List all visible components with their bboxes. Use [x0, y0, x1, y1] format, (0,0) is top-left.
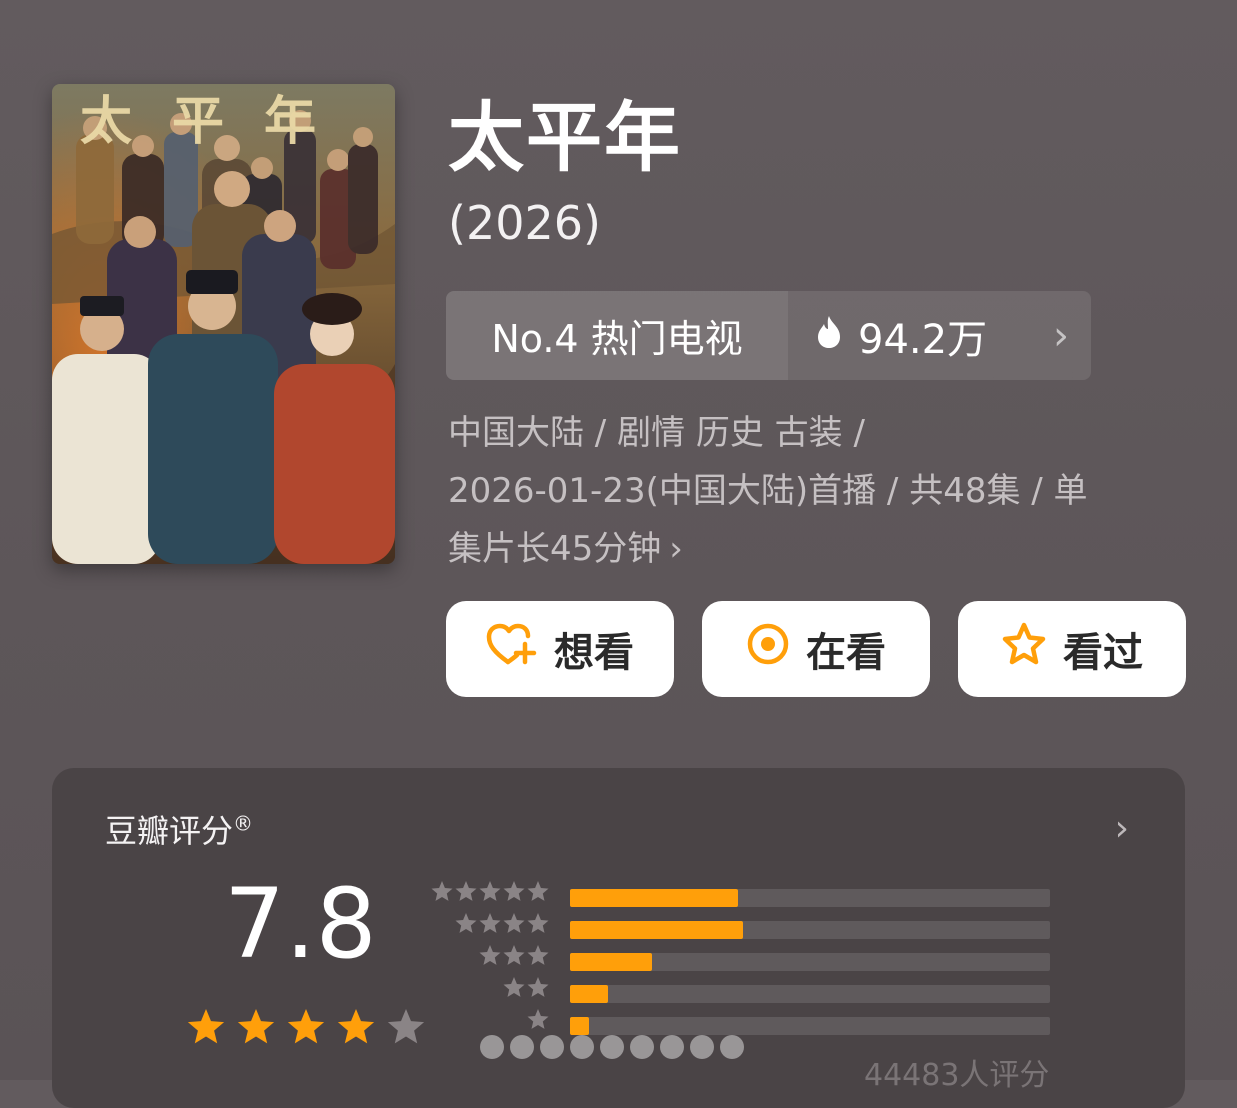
heat-value: 94.2万	[858, 316, 988, 363]
rating-star-icon	[187, 1009, 225, 1044]
meta-duration-text: 集片长45分钟	[448, 529, 662, 569]
rating-stars	[186, 1006, 446, 1054]
ranking-pill: No.4 热门电视 94.2万 ›	[446, 291, 1091, 380]
registered-mark: ®	[233, 811, 254, 836]
heart-plus-icon	[486, 622, 538, 676]
rating-bar-row	[432, 945, 1052, 972]
poster-artwork: 太平年	[52, 84, 395, 564]
target-circle-icon	[746, 622, 790, 676]
rating-count: 44483人评分	[864, 1058, 1050, 1093]
rating-bar-track	[570, 889, 1050, 907]
chevron-right-icon: ›	[1053, 312, 1069, 359]
rating-bar-track	[570, 953, 1050, 971]
meta-line-duration: 集片长45分钟 ›	[448, 520, 1188, 578]
rating-bar-stars-icon	[430, 878, 550, 910]
flame-icon	[816, 313, 842, 359]
star-outline-icon	[1001, 622, 1047, 676]
rating-bar-stars-icon	[478, 942, 550, 974]
ranking-label[interactable]: No.4 热门电视	[446, 291, 788, 380]
rating-bar-fill	[570, 889, 738, 907]
watermark	[478, 1030, 768, 1064]
show-meta-info[interactable]: 中国大陆 / 剧情 历史 古装 / 2026-01-23(中国大陆)首播 / 共…	[448, 404, 1188, 578]
poster-image[interactable]: 太平年	[52, 84, 395, 564]
show-year: (2026)	[448, 196, 601, 250]
rating-bar-track	[570, 921, 1050, 939]
rating-bar-row	[432, 977, 1052, 1004]
watched-button[interactable]: 看过	[958, 601, 1186, 697]
rating-bar-row	[431, 881, 1052, 908]
rating-star-icon	[387, 1009, 425, 1044]
rating-star-icon	[337, 1009, 375, 1044]
rating-title: 豆瓣评分®	[105, 806, 253, 852]
heat-button[interactable]: 94.2万 ›	[788, 291, 1091, 380]
rating-bar-fill	[570, 985, 609, 1003]
watched-label: 看过	[1063, 630, 1143, 676]
watching-button[interactable]: 在看	[702, 601, 930, 697]
rating-title-text: 豆瓣评分	[105, 812, 234, 850]
chevron-right-icon: ›	[669, 529, 683, 569]
rating-bar-fill	[570, 953, 652, 971]
rating-score: 7.8	[224, 868, 377, 980]
chevron-right-icon[interactable]: ›	[1115, 808, 1129, 849]
want-to-watch-label: 想看	[554, 630, 634, 676]
rating-bar-track	[570, 985, 1050, 1003]
want-to-watch-button[interactable]: 想看	[446, 601, 674, 697]
rating-bar-fill	[570, 921, 743, 939]
rating-bar-stars-icon	[454, 910, 550, 942]
show-title: 太平年	[448, 93, 682, 182]
meta-line-region-genre: 中国大陆 / 剧情 历史 古装 /	[448, 413, 865, 453]
rating-bar-stars-icon	[502, 974, 550, 1006]
svg-text:太平年: 太平年	[80, 91, 356, 152]
rating-star-icon	[287, 1009, 325, 1044]
watching-label: 在看	[806, 630, 886, 676]
rating-bar-row	[432, 913, 1052, 940]
meta-line-premiere: 2026-01-23(中国大陆)首播 / 共48集 / 单	[448, 471, 1088, 511]
action-buttons: 想看 在看 看过	[446, 601, 1186, 697]
rating-star-icon	[237, 1009, 275, 1044]
